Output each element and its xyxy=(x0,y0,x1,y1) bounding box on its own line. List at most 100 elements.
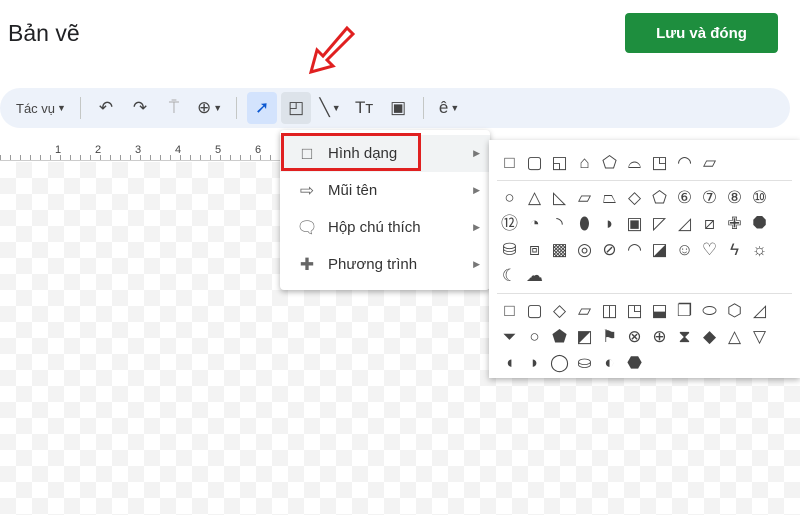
select-icon[interactable]: ➚ xyxy=(247,92,278,124)
shape-option-icon[interactable]: ⧄ xyxy=(697,211,722,237)
shape-option-icon[interactable]: ▣ xyxy=(622,211,647,237)
shape-option-icon[interactable]: ⑫ xyxy=(497,211,522,237)
shape-option-icon[interactable]: ⊕ xyxy=(647,324,672,350)
shape-option-icon[interactable]: ✙ xyxy=(722,211,747,237)
shape-option-icon[interactable]: ☾ xyxy=(497,263,522,289)
shape-option-icon[interactable]: ⑦ xyxy=(697,185,722,211)
shape-option-icon[interactable]: ◝ xyxy=(547,211,572,237)
shape-option-icon[interactable]: ◳ xyxy=(647,150,672,176)
image-icon[interactable]: ▣ xyxy=(383,92,413,124)
shape-option-icon[interactable]: ⧈ xyxy=(522,237,547,263)
word-art-button[interactable]: ê ▼ xyxy=(434,92,464,124)
shape-option-icon[interactable]: ⏷ xyxy=(497,324,522,350)
shape-option-icon[interactable]: ⑥ xyxy=(672,185,697,211)
shape-option-icon[interactable]: ◇ xyxy=(622,185,647,211)
shape-option-icon[interactable]: ⑧ xyxy=(722,185,747,211)
menu-item[interactable]: ✚ Phương trình ▶ xyxy=(280,246,490,283)
shape-option-icon[interactable]: ▩ xyxy=(547,237,572,263)
shape-option-icon[interactable]: ⊗ xyxy=(622,324,647,350)
shape-option-icon[interactable]: □ xyxy=(497,150,522,176)
shape-option-icon[interactable]: ◗ xyxy=(522,350,547,376)
shape-option-icon[interactable]: ◖ xyxy=(497,350,522,376)
shape-option-icon[interactable]: ▢ xyxy=(522,150,547,176)
shape-option-icon[interactable]: ⬓ xyxy=(647,298,672,324)
shape-icon[interactable]: ◰ xyxy=(281,92,312,124)
shape-option-icon[interactable]: ⧗ xyxy=(672,324,697,350)
shape-option-icon[interactable]: ⊘ xyxy=(597,237,622,263)
shape-option-icon[interactable]: ◳ xyxy=(622,298,647,324)
shape-option-icon[interactable]: ◿ xyxy=(672,211,697,237)
shape-option-icon[interactable]: ▽ xyxy=(747,324,772,350)
shape-option-icon[interactable]: ◔ xyxy=(522,211,547,237)
shape-option-icon[interactable]: ⬟ xyxy=(547,324,572,350)
menu-item[interactable]: 🗨 Hộp chú thích ▶ xyxy=(280,209,490,246)
actions-menu[interactable]: Tác vụ ▼ xyxy=(12,92,70,124)
undo-icon[interactable]: ↶ xyxy=(91,92,121,124)
shape-option-icon[interactable]: ⛀ xyxy=(572,350,597,376)
line-button[interactable]: ╲ ▼ xyxy=(315,92,345,124)
menu-item[interactable]: ⇨ Mũi tên ▶ xyxy=(280,172,490,209)
zoom-icon: ⊕ xyxy=(196,98,212,117)
shape-option-icon[interactable]: ϟ xyxy=(722,237,747,263)
redo-icon[interactable]: ↷ xyxy=(125,92,155,124)
shape-option-icon[interactable]: ⬭ xyxy=(697,298,722,324)
shape-option-icon[interactable]: ○ xyxy=(522,324,547,350)
shape-option-icon[interactable]: ◱ xyxy=(547,150,572,176)
shape-option-icon[interactable]: ◺ xyxy=(547,185,572,211)
shape-option-icon[interactable]: ▢ xyxy=(522,298,547,324)
menu-item-label: Mũi tên xyxy=(328,182,378,199)
shape-option-icon[interactable]: ◠ xyxy=(672,150,697,176)
shape-option-icon[interactable]: ◗ xyxy=(597,211,622,237)
shape-option-icon[interactable]: ◎ xyxy=(572,237,597,263)
shape-option-icon[interactable]: ♡ xyxy=(697,237,722,263)
shape-option-icon[interactable]: ⑩ xyxy=(747,185,772,211)
shape-option-icon[interactable]: ◐ xyxy=(597,350,622,376)
shape-option-icon[interactable]: ⬠ xyxy=(647,185,672,211)
submenu-arrow-icon: ▶ xyxy=(473,222,480,232)
shape-option-icon[interactable]: ☺ xyxy=(672,237,697,263)
shape-option-icon[interactable]: ▱ xyxy=(572,185,597,211)
shape-option-icon[interactable]: ◿ xyxy=(747,298,772,324)
caret-down-icon: ▼ xyxy=(213,103,223,113)
shape-option-icon[interactable]: ⬣ xyxy=(622,350,647,376)
shape-group-flowchart: □ ▢ ◇ ▱ ◫ ◳ ⬓ ❐ ⬭ ⬡ ◿ ⏷ ○ ⬟ ◩ ⚑ ⊗ ⊕ ⧗ ◆ △ ▽ ◖ ◗ ◯ ⛀ ◐ ⬣ xyxy=(497,294,792,380)
shape-option-icon[interactable]: ❐ xyxy=(672,298,697,324)
shape-option-icon[interactable]: ⌓ xyxy=(622,150,647,176)
shape-option-icon[interactable]: ◇ xyxy=(547,298,572,324)
shape-option-icon[interactable]: ⯃ xyxy=(747,211,772,237)
shape-option-icon[interactable]: ◯ xyxy=(547,350,572,376)
shape-option-icon[interactable]: ◫ xyxy=(597,298,622,324)
submenu-arrow-icon: ▶ xyxy=(473,185,480,195)
text-box-icon[interactable]: Tт xyxy=(349,92,379,124)
shape-option-icon[interactable]: △ xyxy=(722,324,747,350)
shape-option-icon[interactable]: ◪ xyxy=(647,237,672,263)
shape-group-basic: ○ △ ◺ ▱ ⏢ ◇ ⬠ ⑥ ⑦ ⑧ ⑩ ⑫ ◔ ◝ ⬮ ◗ ▣ ◸ ◿ ⧄ ✙ ⯃ ⛁ ⧈ ▩ ◎ ⊘ ◠ ◪ ☺ ♡ ϟ ☼ ☾ ☁ xyxy=(497,181,792,294)
shape-option-icon[interactable]: ⬮ xyxy=(572,211,597,237)
zoom-button[interactable]: ⊕ ▼ xyxy=(193,92,226,124)
shape-option-icon[interactable]: ⏢ xyxy=(597,185,622,211)
shape-option-icon[interactable]: □ xyxy=(497,298,522,324)
shape-option-icon[interactable]: ⛁ xyxy=(497,237,522,263)
red-highlight-box xyxy=(281,133,421,171)
divider xyxy=(79,97,81,119)
shape-option-icon[interactable]: ▱ xyxy=(572,298,597,324)
shape-option-icon[interactable]: ⌂ xyxy=(572,150,597,176)
shape-option-icon[interactable]: ▱ xyxy=(697,150,722,176)
shape-option-icon[interactable]: ⬡ xyxy=(722,298,747,324)
divider xyxy=(423,97,425,119)
shape-option-icon[interactable]: ◸ xyxy=(647,211,672,237)
shape-option-icon[interactable]: ☁ xyxy=(522,263,547,289)
shape-option-icon[interactable]: ⚑ xyxy=(597,324,622,350)
save-and-close-button[interactable]: Lưu và đóng xyxy=(625,13,778,53)
page-title: Bản vẽ xyxy=(8,20,80,46)
shape-option-icon[interactable]: ○ xyxy=(497,185,522,211)
shape-option-icon[interactable]: △ xyxy=(522,185,547,211)
shape-option-icon[interactable]: ☼ xyxy=(747,237,772,263)
shape-option-icon[interactable]: ◆ xyxy=(697,324,722,350)
shape-option-icon[interactable]: ◠ xyxy=(622,237,647,263)
shape-option-icon[interactable]: ⬠ xyxy=(597,150,622,176)
paint-format-icon[interactable]: ⍑ xyxy=(159,92,189,124)
toolbar: Tác vụ ▼ ↶ ↷ ⍑ ⊕ ▼ ➚ ◰ ╲ ▼ Tт ▣ ê ▼ xyxy=(0,88,790,128)
arrow-icon: ⇨ xyxy=(299,180,315,200)
shape-option-icon[interactable]: ◩ xyxy=(572,324,597,350)
